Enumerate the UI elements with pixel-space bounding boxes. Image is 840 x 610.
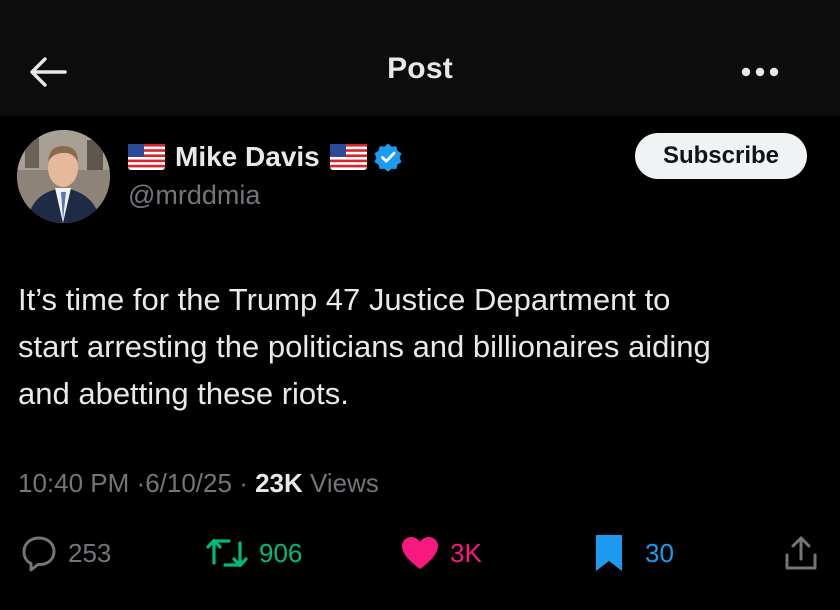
like-button[interactable]: 3K bbox=[400, 528, 482, 578]
reply-button[interactable]: 253 bbox=[20, 528, 111, 578]
views-label: Views bbox=[310, 468, 379, 498]
repost-icon bbox=[206, 538, 248, 568]
us-flag-icon bbox=[329, 144, 367, 170]
verified-badge-icon[interactable] bbox=[373, 142, 403, 172]
reply-icon bbox=[22, 536, 56, 572]
post-text-line: and abetting these riots. bbox=[18, 376, 349, 411]
repost-button[interactable]: 906 bbox=[205, 528, 302, 578]
post-text-line: It’s time for the Trump 47 Justice Depar… bbox=[18, 282, 671, 317]
more-button[interactable] bbox=[738, 54, 782, 90]
page-title: Post bbox=[387, 52, 453, 85]
action-bar: 253 906 3K 30 bbox=[0, 528, 840, 578]
repost-count: 906 bbox=[259, 537, 303, 568]
author-handle[interactable]: @mrddmia bbox=[128, 180, 260, 211]
top-bar: Post bbox=[0, 0, 840, 116]
reply-count: 253 bbox=[68, 537, 112, 568]
bookmark-icon bbox=[596, 535, 622, 571]
heart-icon bbox=[402, 537, 438, 569]
share-icon bbox=[785, 536, 817, 570]
share-button[interactable] bbox=[784, 528, 818, 578]
more-horizontal-icon bbox=[741, 67, 779, 77]
avatar-photo bbox=[17, 130, 110, 223]
meta-separator: · bbox=[239, 468, 248, 498]
subscribe-button[interactable]: Subscribe bbox=[635, 133, 807, 179]
post-date[interactable]: 6/10/25 bbox=[145, 468, 232, 498]
bookmark-button[interactable]: 30 bbox=[595, 528, 674, 578]
views-count[interactable]: 23K bbox=[255, 468, 303, 498]
post-meta: 10:40 PM ·6/10/25 · 23K Views bbox=[18, 468, 379, 499]
bookmark-count: 30 bbox=[645, 537, 674, 568]
post-text: It’s time for the Trump 47 Justice Depar… bbox=[18, 276, 828, 417]
post-text-line: start arresting the politicians and bill… bbox=[18, 329, 711, 364]
us-flag-icon bbox=[128, 144, 165, 170]
meta-separator: · bbox=[136, 468, 146, 498]
like-count: 3K bbox=[450, 537, 482, 568]
post: Mike Davis @mrddmia Subscribe It’s time … bbox=[0, 116, 840, 610]
avatar[interactable] bbox=[17, 130, 110, 223]
author-name-row[interactable]: Mike Davis bbox=[128, 140, 403, 174]
post-time[interactable]: 10:40 PM bbox=[18, 468, 129, 498]
author-display-name[interactable]: Mike Davis bbox=[175, 141, 320, 173]
